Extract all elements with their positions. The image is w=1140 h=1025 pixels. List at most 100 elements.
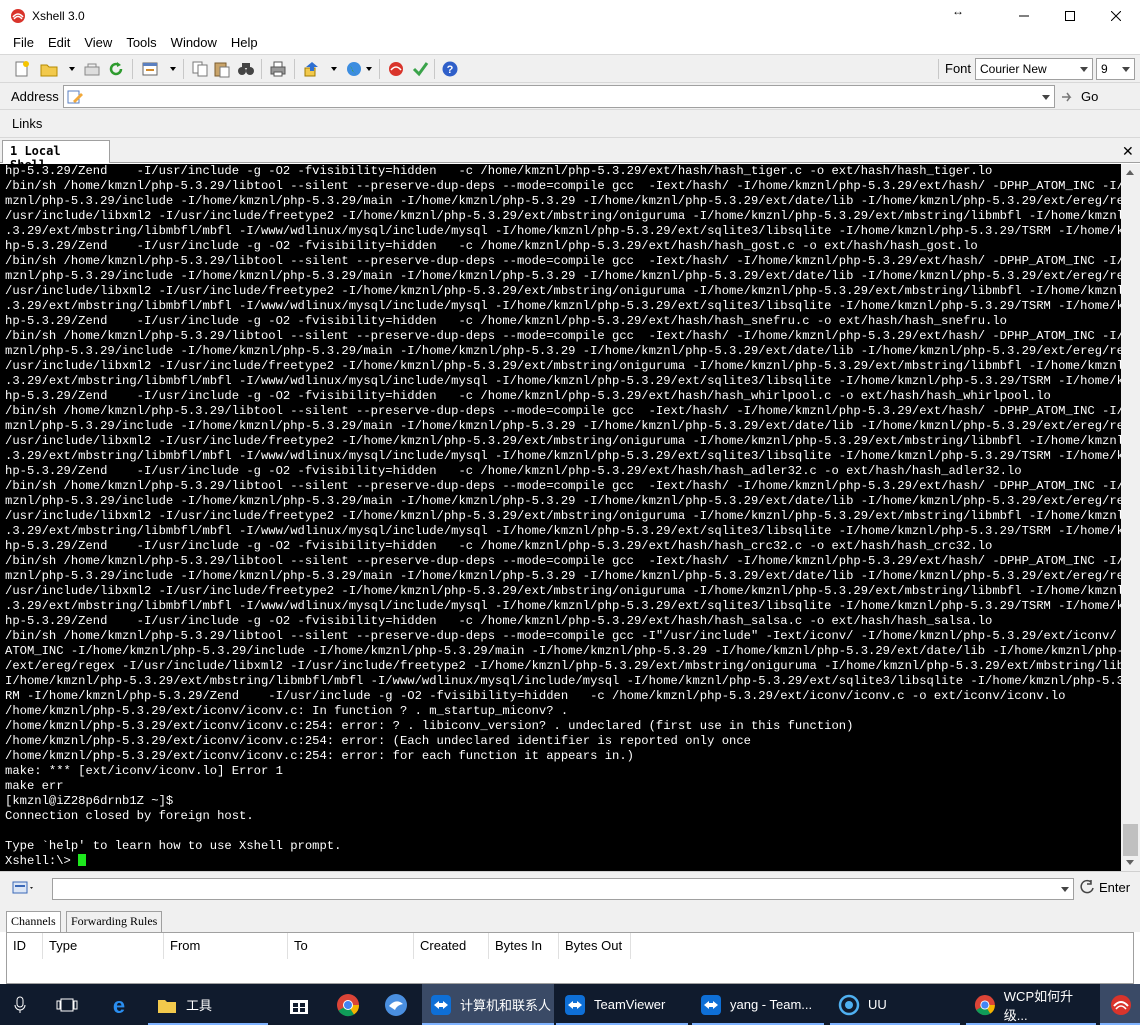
terminal-line: .3.29/ext/mbstring/libmbfl/mbfl -I/www/w… xyxy=(5,374,1121,388)
terminal-line: mznl/php-5.3.29/include -I/home/kmznl/ph… xyxy=(5,344,1121,358)
terminal-line: /bin/sh /home/kmznl/php-5.3.29/libtool -… xyxy=(5,479,1121,493)
links-bar: Links xyxy=(0,110,1140,138)
enter-button[interactable]: Enter xyxy=(1079,879,1130,895)
taskbar-uu[interactable]: UU xyxy=(830,984,960,1025)
close-tab-icon[interactable]: ✕ xyxy=(1122,143,1134,160)
terminal-line: make: *** [ext/iconv/iconv.lo] Error 1 xyxy=(5,764,283,778)
task-view-icon xyxy=(56,998,78,1011)
terminal-line: Connection closed by foreign host. xyxy=(5,809,254,823)
menu-help[interactable]: Help xyxy=(231,35,258,50)
tab-local-shell[interactable]: 1 Local Shell xyxy=(2,140,110,172)
channels-list[interactable]: ID Type From To Created Bytes In Bytes O… xyxy=(6,932,1134,984)
reconnect-icon[interactable] xyxy=(83,60,101,78)
panel-tabs: Channels Forwarding Rules xyxy=(0,904,1140,933)
terminal-output[interactable]: hp-5.3.29/Zend -I/usr/include -g -O2 -fv… xyxy=(0,164,1121,871)
new-session-icon[interactable] xyxy=(13,60,31,78)
print-icon[interactable] xyxy=(269,60,287,78)
taskbar-xshell[interactable] xyxy=(1100,984,1140,1025)
font-size-select[interactable]: 9 xyxy=(1096,58,1135,80)
terminal-line: /usr/include/libxml2 -I/usr/include/free… xyxy=(5,584,1121,598)
taskbar-chrome[interactable] xyxy=(336,984,362,1025)
taskbar-task-view[interactable] xyxy=(56,984,82,1025)
menu-window[interactable]: Window xyxy=(171,35,217,50)
taskbar-yang-teamviewer[interactable]: yang - Team... xyxy=(692,984,824,1025)
terminal-line: /home/kmznl/php-5.3.29/ext/iconv/iconv.c… xyxy=(5,749,634,763)
go-label: Go xyxy=(1081,89,1099,104)
column-header[interactable]: Type xyxy=(43,933,164,959)
column-header[interactable]: Created xyxy=(414,933,489,959)
go-button[interactable]: Go xyxy=(1059,86,1098,107)
xshell-app-icon xyxy=(11,8,25,23)
taskbar-label: UU xyxy=(868,997,887,1012)
taskbar-computers-contacts[interactable]: 计算机和联系人 xyxy=(422,984,554,1025)
svg-text:e: e xyxy=(113,994,125,1016)
find-icon[interactable] xyxy=(237,60,255,78)
taskbar-edge[interactable]: e xyxy=(108,984,132,1025)
column-header[interactable]: Bytes In xyxy=(489,933,559,959)
column-header[interactable]: From xyxy=(164,933,288,959)
taskbar-label: WCP如何升级... xyxy=(1003,988,1074,1023)
properties-icon[interactable] xyxy=(141,60,159,78)
menu-edit[interactable]: Edit xyxy=(48,35,70,50)
xftp-icon[interactable] xyxy=(387,60,405,78)
terminal-scrollbar[interactable] xyxy=(1121,164,1140,871)
close-button[interactable] xyxy=(1093,0,1139,31)
column-header[interactable]: Bytes Out xyxy=(559,933,631,959)
terminal-prompt-line[interactable]: Xshell:\> xyxy=(5,854,1121,869)
font-name-select[interactable]: Courier New xyxy=(975,58,1093,80)
tab-channels-label: Channels xyxy=(11,914,56,928)
address-input[interactable] xyxy=(63,85,1055,108)
taskbar-store[interactable] xyxy=(288,984,314,1025)
taskbar-microphone[interactable] xyxy=(14,984,36,1025)
copy-icon[interactable] xyxy=(191,60,209,78)
globe-icon[interactable] xyxy=(345,60,363,78)
title-bar: Xshell 3.0 ↔ xyxy=(0,0,1140,31)
column-header[interactable]: ID xyxy=(7,933,43,959)
address-label: Address xyxy=(11,89,59,104)
transfer-dropdown-arrow[interactable] xyxy=(331,67,337,71)
tab-forwarding-rules[interactable]: Forwarding Rules xyxy=(66,911,163,932)
terminal-line: /usr/include/libxml2 -I/usr/include/free… xyxy=(5,434,1121,448)
properties-dropdown-arrow[interactable] xyxy=(170,67,176,71)
terminal-line: /usr/include/libxml2 -I/usr/include/free… xyxy=(5,509,1121,523)
globe-dropdown-arrow[interactable] xyxy=(366,67,372,71)
scroll-down-icon[interactable] xyxy=(1126,860,1134,865)
transfer-icon[interactable] xyxy=(303,60,321,78)
scroll-thumb[interactable] xyxy=(1123,824,1138,856)
paste-icon[interactable] xyxy=(213,60,231,78)
menu-bar: File Edit View Tools Window Help xyxy=(0,31,1140,54)
help-icon[interactable]: ? xyxy=(441,60,459,78)
teamviewer-icon xyxy=(701,994,721,1015)
menu-tools[interactable]: Tools xyxy=(126,35,156,50)
taskbar-bird-app[interactable] xyxy=(384,984,410,1025)
open-dropdown-arrow[interactable] xyxy=(69,67,75,71)
terminal-line: /bin/sh /home/kmznl/php-5.3.29/libtool -… xyxy=(5,179,1121,193)
column-header[interactable]: To xyxy=(288,933,414,959)
green-arrow-icon[interactable] xyxy=(411,60,429,78)
scroll-up-icon[interactable] xyxy=(1126,170,1134,175)
address-pencil-icon xyxy=(67,90,83,104)
windows-taskbar: e 工具 计算机和联系人 TeamViewer yang - Team... U… xyxy=(0,984,1140,1025)
font-label: Font xyxy=(945,61,972,76)
terminal-line: mznl/php-5.3.29/include -I/home/kmznl/ph… xyxy=(5,494,1121,508)
taskbar-chrome-wcp[interactable]: WCP如何升级... xyxy=(966,984,1096,1025)
tab-channels[interactable]: Channels xyxy=(6,911,61,933)
taskbar-label: TeamViewer xyxy=(594,997,666,1012)
taskbar-folder[interactable]: 工具 xyxy=(148,984,268,1025)
chevron-down-icon[interactable] xyxy=(1061,887,1069,892)
maximize-button[interactable] xyxy=(1047,0,1093,31)
compose-input[interactable] xyxy=(52,878,1074,900)
terminal-line: Type `help' to learn how to use Xshell p… xyxy=(5,839,342,853)
compose-mode-icon[interactable] xyxy=(12,880,36,896)
chevron-down-icon[interactable] xyxy=(1042,95,1050,100)
menu-file[interactable]: File xyxy=(13,35,34,50)
minimize-button[interactable] xyxy=(1001,0,1047,31)
uu-icon xyxy=(838,994,860,1015)
open-folder-icon[interactable] xyxy=(40,60,58,78)
terminal-line: mznl/php-5.3.29/include -I/home/kmznl/ph… xyxy=(5,269,1121,283)
menu-view[interactable]: View xyxy=(84,35,112,50)
terminal-line: ATOM_INC -I/home/kmznl/php-5.3.29/includ… xyxy=(5,644,1121,658)
refresh-icon[interactable] xyxy=(107,60,125,78)
taskbar-teamviewer[interactable]: TeamViewer xyxy=(556,984,688,1025)
teamviewer-icon xyxy=(565,994,585,1015)
